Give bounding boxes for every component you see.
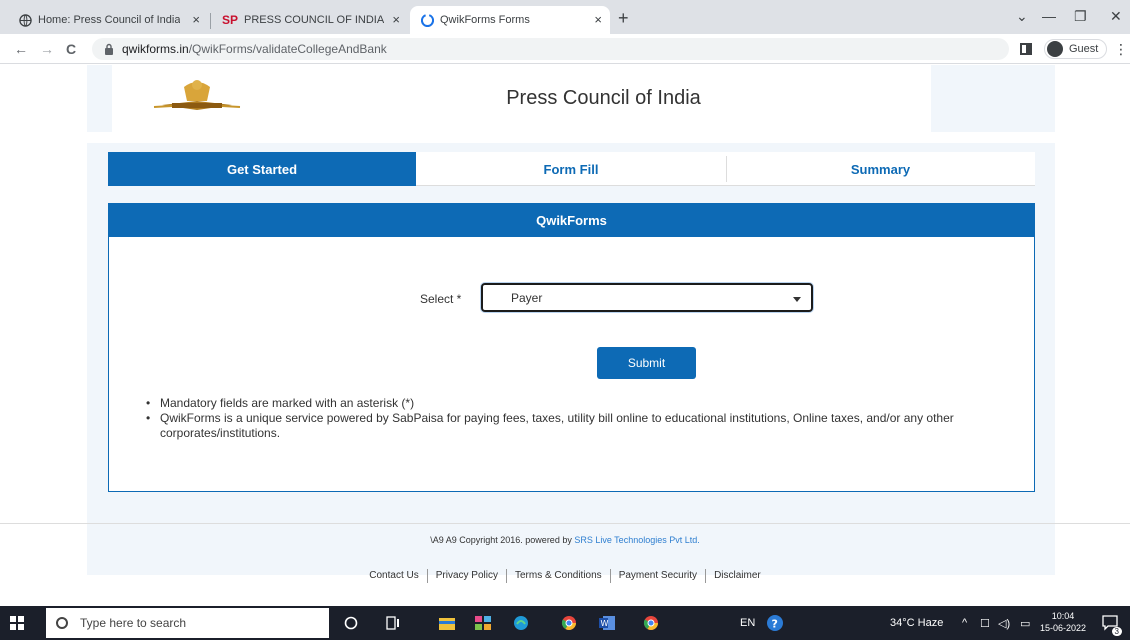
word-app-icon[interactable]: W (598, 614, 616, 632)
press-council-emblem-icon (153, 80, 241, 110)
windows-taskbar: Type here to search W EN ? 34°C Haze ^ ☐… (0, 606, 1130, 640)
side-panel-icon[interactable] (1020, 43, 1032, 55)
clock-time: 10:04 (1051, 611, 1075, 621)
step-get-started[interactable]: Get Started (108, 152, 416, 186)
taskbar-search-box[interactable]: Type here to search (46, 608, 329, 638)
url-host: qwikforms.in (122, 42, 189, 56)
system-tray-chevron-icon[interactable]: ^ (962, 617, 967, 629)
close-tab-icon[interactable]: × (594, 12, 602, 27)
svg-text:W: W (601, 619, 609, 628)
avatar-icon (1047, 41, 1063, 57)
system-clock[interactable]: 10:04 15-06-2022 (1040, 610, 1086, 634)
copyright-prefix: \A9 A9 Copyright 2016. powered by (430, 535, 575, 545)
tab-home-press-council[interactable]: Home: Press Council of India × (8, 6, 208, 34)
panel-title: QwikForms (109, 204, 1034, 237)
browser-menu-icon[interactable]: ⋮ (1114, 41, 1128, 58)
reload-button[interactable]: C (66, 41, 76, 57)
payment-security-link[interactable]: Payment Security (611, 569, 707, 583)
tab-search-icon[interactable]: ⌄ (1016, 8, 1028, 25)
close-tab-icon[interactable]: × (392, 12, 400, 27)
page-content: Press Council of India Get Started Form … (0, 65, 1130, 606)
step-summary[interactable]: Summary (726, 152, 1035, 186)
task-view-icon[interactable] (384, 614, 402, 632)
close-window-button[interactable]: ✕ (1110, 8, 1122, 25)
tiles-app-icon[interactable] (474, 614, 492, 632)
windows-start-icon[interactable] (10, 616, 24, 630)
page-title: Press Council of India (506, 87, 701, 109)
search-placeholder: Type here to search (80, 616, 187, 630)
submit-button[interactable]: Submit (597, 347, 696, 379)
address-toolbar: ← → C qwikforms.in/QwikForms/validateCol… (0, 34, 1130, 64)
select-value: Payer (511, 290, 543, 305)
network-icon[interactable]: ☐ (980, 617, 990, 630)
close-tab-icon[interactable]: × (192, 12, 200, 27)
tab-title: Home: Press Council of India (38, 14, 181, 26)
svg-text:?: ? (772, 618, 778, 631)
back-button[interactable]: ← (14, 41, 28, 57)
search-icon (56, 617, 68, 629)
language-indicator[interactable]: EN (740, 617, 755, 629)
footer-divider (0, 523, 1130, 524)
note-item: Mandatory fields are marked with an aste… (146, 396, 1006, 411)
footer-links: Contact Us Privacy Policy Terms & Condit… (0, 569, 1130, 583)
new-tab-button[interactable]: + (618, 9, 629, 27)
lock-icon (104, 43, 114, 55)
logo-container (112, 65, 276, 132)
chrome-active-icon[interactable] (642, 614, 660, 632)
help-icon[interactable]: ? (766, 614, 784, 632)
srs-live-link[interactable]: SRS Live Technologies Pvt Ltd. (574, 535, 699, 545)
restore-button[interactable]: ❐ (1074, 8, 1087, 25)
qwikforms-favicon-icon (420, 13, 434, 27)
profile-label: Guest (1069, 43, 1099, 55)
step-form-fill[interactable]: Form Fill (416, 152, 726, 186)
forward-button[interactable]: → (40, 41, 54, 57)
notification-count: 3 (1111, 627, 1122, 636)
browser-tab-strip: Home: Press Council of India × SP PRESS … (0, 0, 1130, 34)
globe-icon (18, 13, 32, 27)
terms-conditions-link[interactable]: Terms & Conditions (507, 569, 611, 583)
select-label: Select * (420, 292, 462, 306)
cortana-icon[interactable] (342, 614, 360, 632)
wizard-steps: Get Started Form Fill Summary (108, 152, 1035, 186)
tab-press-council-sp[interactable]: SP PRESS COUNCIL OF INDIA × (212, 6, 408, 34)
url-bar[interactable]: qwikforms.in/QwikForms/validateCollegeAn… (92, 38, 1009, 60)
tab-title: QwikForms Forms (440, 14, 530, 26)
contact-us-link[interactable]: Contact Us (361, 569, 428, 583)
tab-separator (210, 13, 211, 29)
qwikforms-panel: QwikForms Select * Payer Submit Mandator… (108, 203, 1035, 492)
minimize-button[interactable]: — (1042, 8, 1056, 24)
profile-button[interactable]: Guest (1044, 39, 1108, 59)
file-explorer-icon[interactable] (438, 614, 456, 632)
tab-title: PRESS COUNCIL OF INDIA (244, 14, 385, 26)
privacy-policy-link[interactable]: Privacy Policy (428, 569, 507, 583)
edge-browser-icon[interactable] (512, 614, 530, 632)
chrome-browser-icon[interactable] (560, 614, 578, 632)
display-icon[interactable]: ▭ (1020, 617, 1030, 630)
clock-date: 15-06-2022 (1040, 623, 1087, 633)
disclaimer-link[interactable]: Disclaimer (706, 569, 769, 583)
favicon-text: SP (222, 13, 239, 27)
weather-widget[interactable]: 34°C Haze (890, 617, 943, 629)
dropdown-caret-icon (793, 297, 801, 302)
tab-qwikforms[interactable]: QwikForms Forms × (410, 6, 610, 34)
volume-icon[interactable]: ◁) (998, 617, 1010, 630)
sp-favicon-icon: SP (222, 13, 238, 27)
info-notes: Mandatory fields are marked with an aste… (146, 396, 1006, 441)
note-item: QwikForms is a unique service powered by… (146, 411, 1006, 441)
notification-center-icon[interactable]: 3 (1102, 614, 1122, 636)
payer-select[interactable]: Payer (481, 283, 813, 312)
copyright-text: \A9 A9 Copyright 2016. powered by SRS Li… (0, 535, 1130, 545)
url-path: /QwikForms/validateCollegeAndBank (188, 42, 387, 56)
